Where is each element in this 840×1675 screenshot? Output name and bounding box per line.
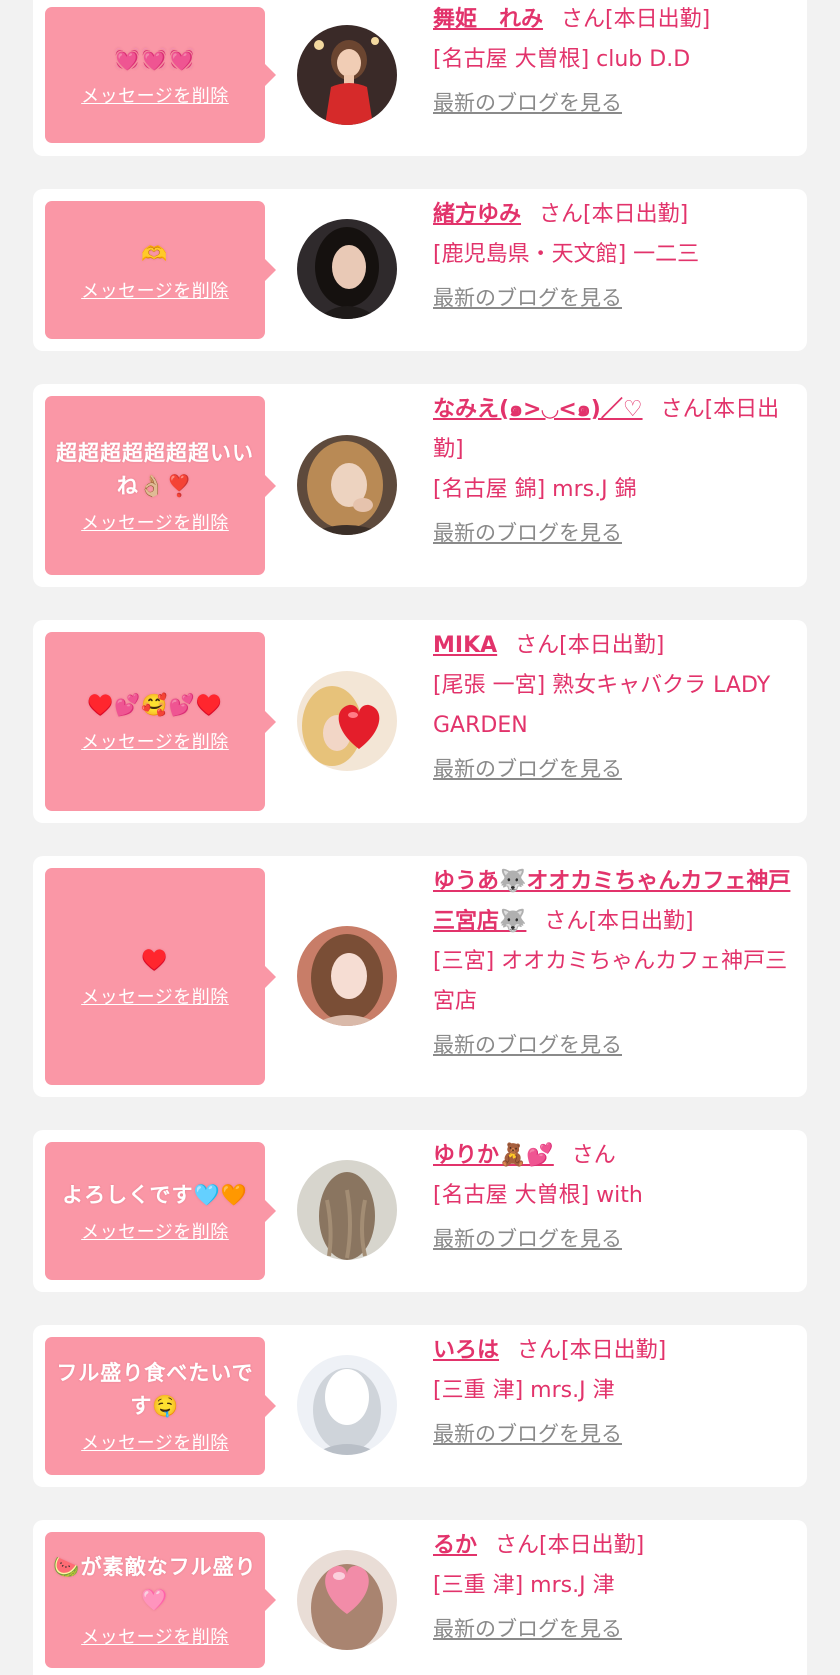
message-bubble: ♥️ メッセージを削除 (45, 868, 276, 1085)
attendance-status: [本日出勤] (539, 1533, 645, 1558)
message-bubble: 🫶 メッセージを削除 (45, 201, 276, 339)
girl-name-link[interactable]: 緒方ゆみ (433, 202, 521, 227)
avatar[interactable] (297, 435, 397, 535)
delete-message-link[interactable]: メッセージを削除 (81, 509, 229, 535)
shop-info: [名古屋 大曽根] club D.D (433, 47, 691, 72)
message-bubble: 超超超超超超超いいね👌🏼❣️ メッセージを削除 (45, 396, 276, 575)
shop-info: [三重 津] mrs.J 津 (433, 1573, 615, 1598)
message-text: 🍉が素敵なフル盛り🩷 (53, 1555, 257, 1612)
attendance-status: [本日出勤] (561, 1338, 667, 1363)
message-card: 💓💓💓 メッセージを削除 舞姫 れみ さん[本日出勤] [名古屋 大曽根] clu… (33, 0, 807, 156)
shop-info: [三宮] オオカミちゃんカフェ神戸三宮店 (433, 949, 788, 1014)
shop-info: [尾張 一宮] 熟女キャバクラ LADY GARDEN (433, 673, 771, 738)
blog-link[interactable]: 最新のブログを見る (433, 89, 797, 117)
honorific: さん (544, 909, 589, 934)
message-list: 💓💓💓 メッセージを削除 舞姫 れみ さん[本日出勤] [名古屋 大曽根] clu… (0, 0, 840, 1675)
blog-link[interactable]: 最新のブログを見る (433, 519, 797, 547)
delete-message-link[interactable]: メッセージを削除 (81, 82, 229, 108)
girl-name-link[interactable]: るか (433, 1533, 477, 1558)
message-text: ♥️ (141, 948, 169, 972)
message-text: よろしくです🩵🧡 (62, 1182, 248, 1207)
attendance-status: [本日出勤] (559, 633, 665, 658)
message-card: ♥️💕🥰💕♥️ メッセージを削除 MIKA さん[本日出勤] [尾張 一宮] 熟女… (33, 620, 807, 823)
girl-name-link[interactable]: いろは (433, 1338, 499, 1363)
girl-info: いろは さん[本日出勤] [三重 津] mrs.J 津 最新のブログを見る (433, 1331, 797, 1448)
girl-info: なみえ(๑>◡<๑)／♡ さん[本日出勤] [名古屋 錦] mrs.J 錦 最新の… (433, 390, 797, 547)
girl-info: 舞姫 れみ さん[本日出勤] [名古屋 大曽根] club D.D 最新のブログを… (433, 0, 797, 117)
attendance-status: [本日出勤] (605, 7, 711, 32)
message-bubble: フル盛り食べたいです🤤 メッセージを削除 (45, 1337, 276, 1475)
honorific: さん (561, 7, 606, 32)
girl-info: ゆりか🧸💕 さん [名古屋 大曽根] with 最新のブログを見る (433, 1136, 797, 1253)
blog-link[interactable]: 最新のブログを見る (433, 1031, 797, 1059)
blog-link[interactable]: 最新のブログを見る (433, 284, 797, 312)
avatar[interactable] (297, 1160, 397, 1260)
girl-name-link[interactable]: MIKA (433, 633, 497, 658)
message-card: ♥️ メッセージを削除 ゆうあ🐺オオカミちゃんカフェ神戸三宮店🐺 さん[本日出勤]… (33, 856, 807, 1097)
message-text: フル盛り食べたいです🤤 (56, 1361, 254, 1418)
girl-info: るか さん[本日出勤] [三重 津] mrs.J 津 最新のブログを見る (433, 1526, 797, 1643)
message-bubble: ♥️💕🥰💕♥️ メッセージを削除 (45, 632, 276, 811)
avatar[interactable] (297, 219, 397, 319)
avatar[interactable] (297, 671, 397, 771)
avatar[interactable] (297, 926, 397, 1026)
honorific: さん (495, 1533, 540, 1558)
message-card: 超超超超超超超いいね👌🏼❣️ メッセージを削除 なみえ(๑>◡<๑)／♡ さん[本… (33, 384, 807, 587)
message-card: よろしくです🩵🧡 メッセージを削除 ゆりか🧸💕 さん [名古屋 大曽根] with… (33, 1130, 807, 1292)
message-card: 🫶 メッセージを削除 緒方ゆみ さん[本日出勤] [鹿児島県・天文館] 一二三 最… (33, 189, 807, 351)
honorific: さん (660, 397, 705, 422)
girl-info: 緒方ゆみ さん[本日出勤] [鹿児島県・天文館] 一二三 最新のブログを見る (433, 195, 797, 312)
message-text: 💓💓💓 (114, 46, 196, 71)
girl-name-link[interactable]: 舞姫 れみ (433, 7, 543, 32)
message-card: 🍉が素敵なフル盛り🩷 メッセージを削除 るか さん[本日出勤] [三重 津] mr… (33, 1520, 807, 1675)
delete-message-link[interactable]: メッセージを削除 (81, 1218, 229, 1244)
avatar[interactable] (297, 25, 397, 125)
avatar[interactable] (297, 1550, 397, 1650)
message-card: フル盛り食べたいです🤤 メッセージを削除 いろは さん[本日出勤] [三重 津] … (33, 1325, 807, 1487)
girl-info: ゆうあ🐺オオカミちゃんカフェ神戸三宮店🐺 さん[本日出勤] [三宮] オオカミちゃ… (433, 862, 797, 1059)
shop-info: [名古屋 大曽根] with (433, 1183, 643, 1208)
blog-link[interactable]: 最新のブログを見る (433, 1225, 797, 1253)
blog-link[interactable]: 最新のブログを見る (433, 1420, 797, 1448)
blog-link[interactable]: 最新のブログを見る (433, 755, 797, 783)
attendance-status: [本日出勤] (588, 909, 694, 934)
delete-message-link[interactable]: メッセージを削除 (81, 1623, 229, 1649)
blog-link[interactable]: 最新のブログを見る (433, 1615, 797, 1643)
girl-name-link[interactable]: ゆりか🧸💕 (433, 1143, 554, 1168)
honorific: さん (517, 1338, 562, 1363)
avatar[interactable] (297, 1355, 397, 1455)
attendance-status: [本日出勤] (583, 202, 689, 227)
message-bubble: よろしくです🩵🧡 メッセージを削除 (45, 1142, 276, 1280)
honorific: さん (539, 202, 584, 227)
shop-info: [三重 津] mrs.J 津 (433, 1378, 615, 1403)
shop-info: [鹿児島県・天文館] 一二三 (433, 242, 700, 267)
delete-message-link[interactable]: メッセージを削除 (81, 983, 229, 1009)
delete-message-link[interactable]: メッセージを削除 (81, 1429, 229, 1455)
message-text: ♥️💕🥰💕♥️ (87, 693, 223, 717)
honorific: さん (515, 633, 560, 658)
honorific: さん (571, 1143, 616, 1168)
message-text: 🫶 (141, 241, 169, 266)
delete-message-link[interactable]: メッセージを削除 (81, 277, 229, 303)
girl-name-link[interactable]: なみえ(๑>◡<๑)／♡ (433, 397, 643, 422)
girl-info: MIKA さん[本日出勤] [尾張 一宮] 熟女キャバクラ LADY GARDEN… (433, 626, 797, 783)
message-bubble: 🍉が素敵なフル盛り🩷 メッセージを削除 (45, 1532, 276, 1668)
delete-message-link[interactable]: メッセージを削除 (81, 728, 229, 754)
shop-info: [名古屋 錦] mrs.J 錦 (433, 477, 637, 502)
message-text: 超超超超超超超いいね👌🏼❣️ (56, 440, 254, 498)
message-bubble: 💓💓💓 メッセージを削除 (45, 7, 276, 143)
